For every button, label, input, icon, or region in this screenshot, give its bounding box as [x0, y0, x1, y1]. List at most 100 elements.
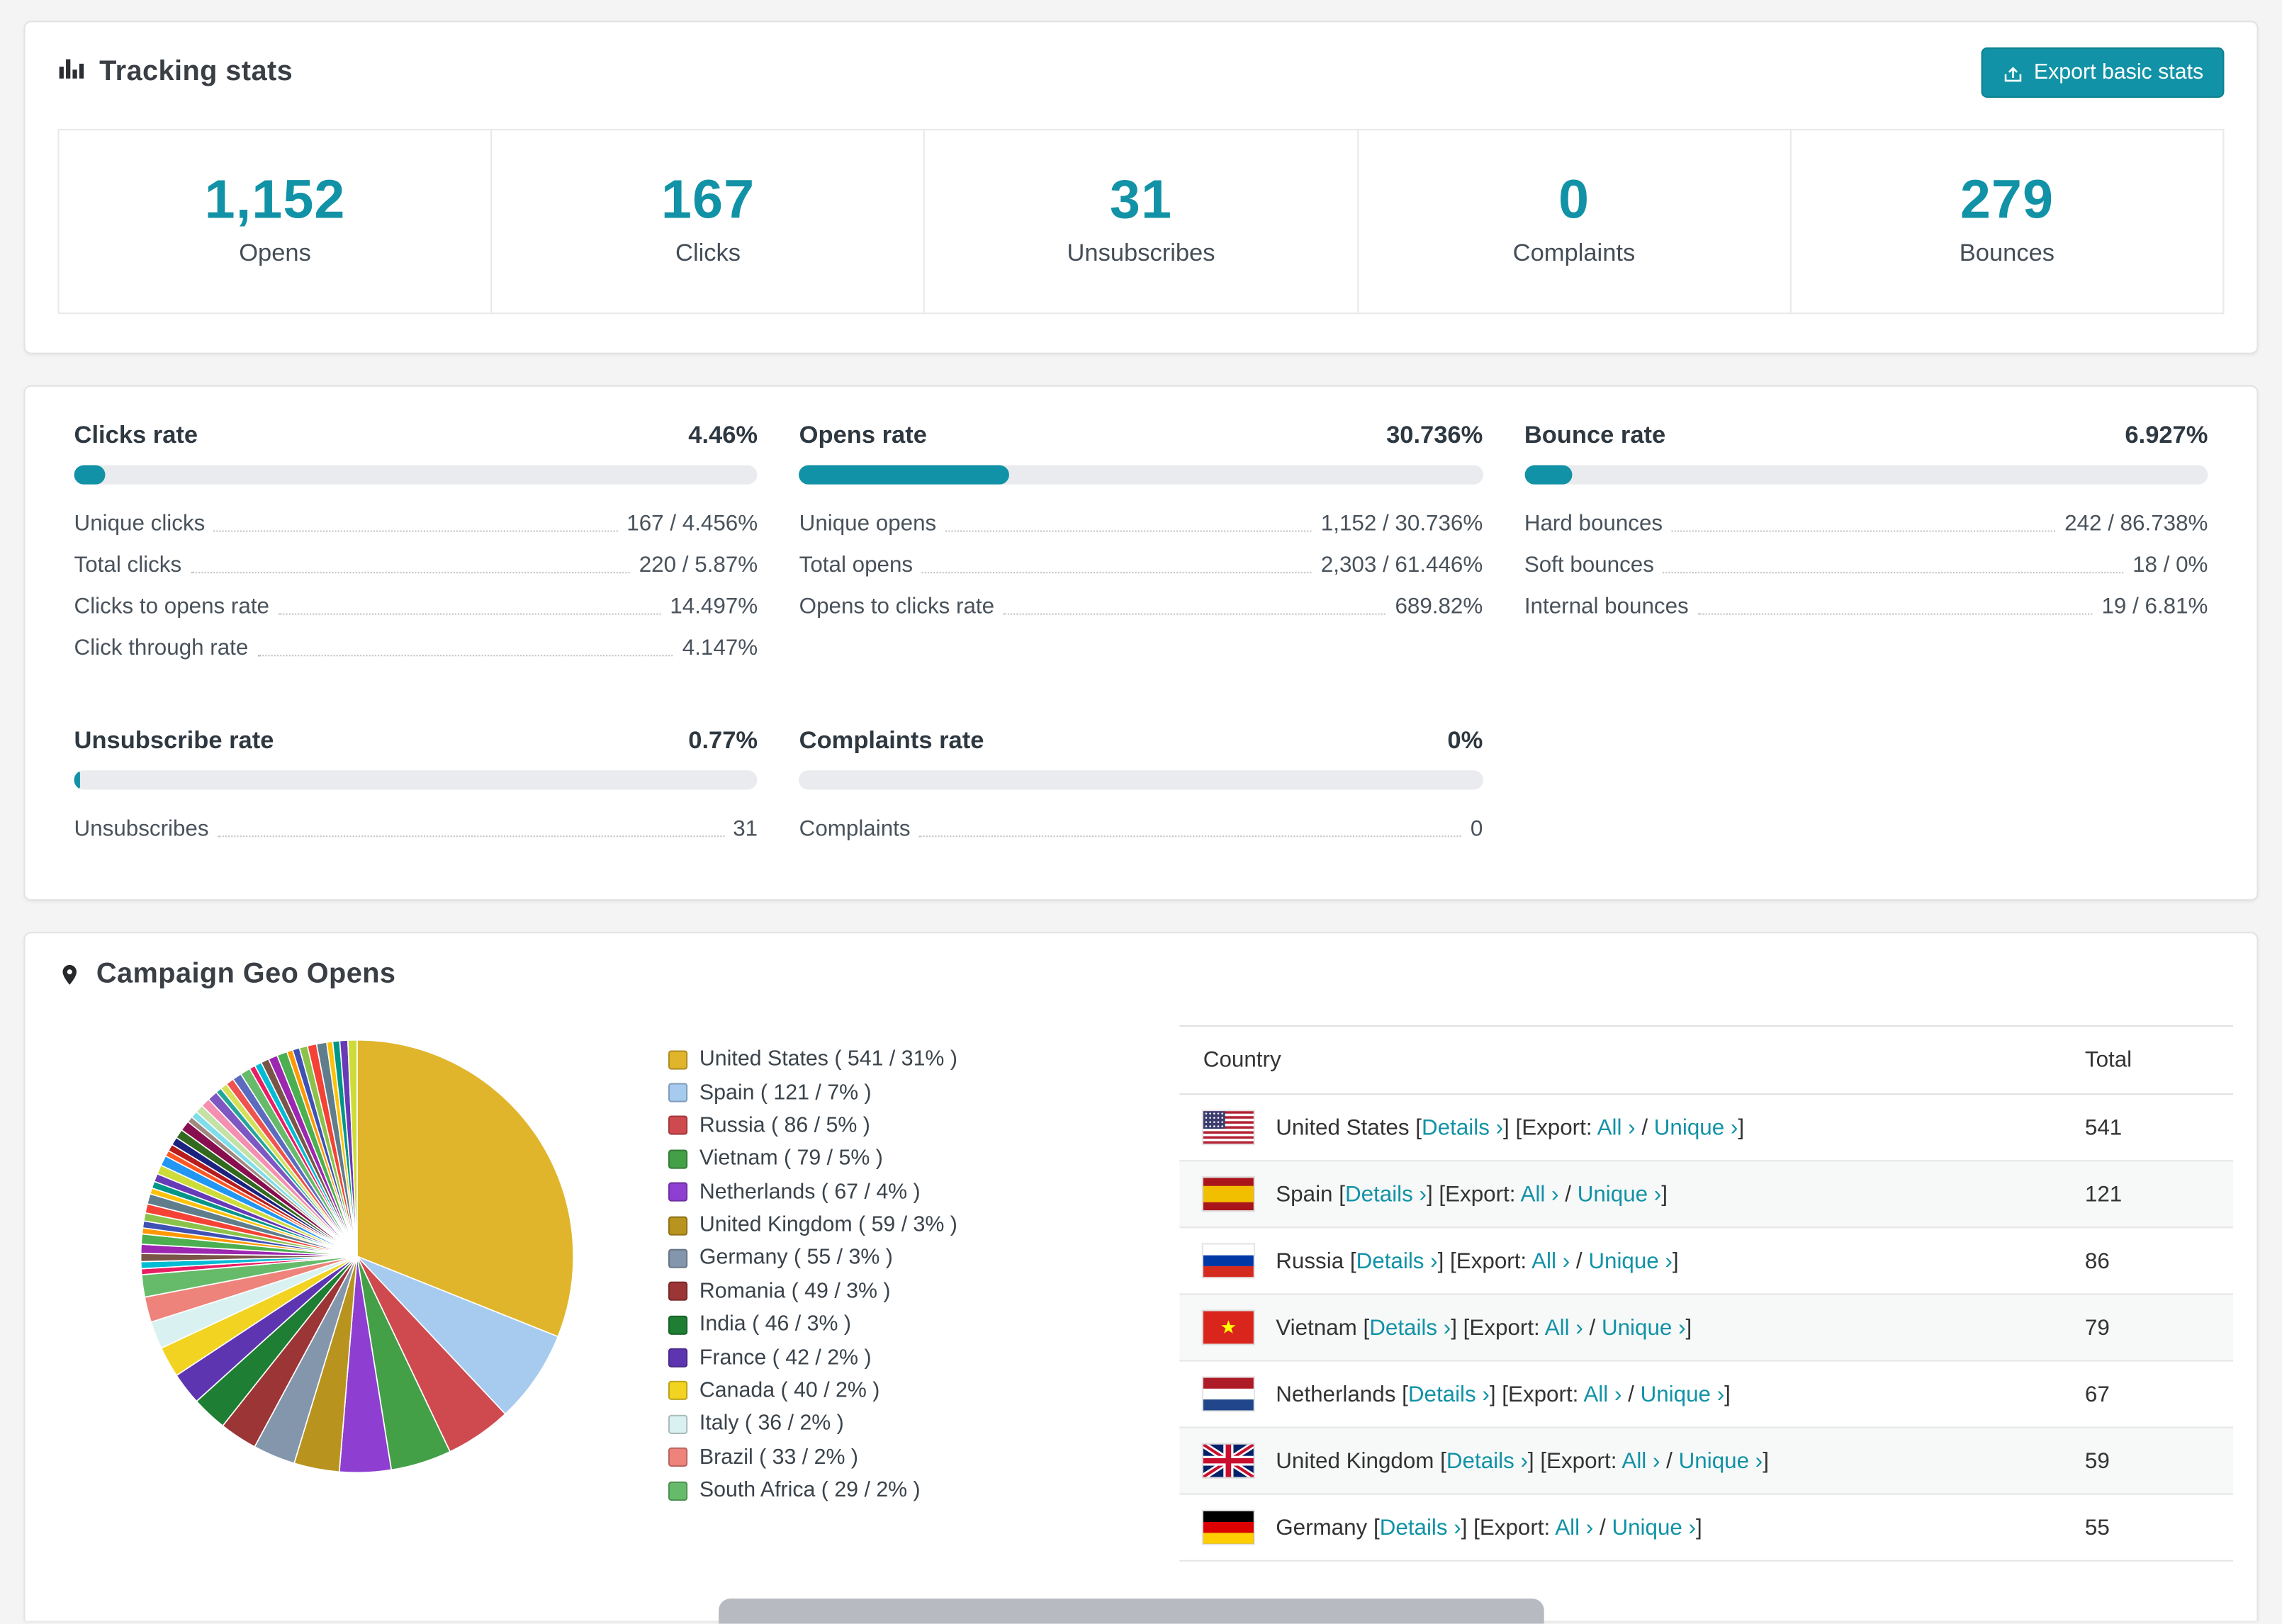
country-total: 541: [2061, 1094, 2233, 1162]
legend-label: Canada ( 40 / 2% ): [699, 1379, 880, 1403]
details-link[interactable]: Details ›: [1422, 1115, 1503, 1140]
rate-rows: Unique clicks 167 / 4.456% Total clicks 22…: [74, 502, 758, 668]
rate-row: Unsubscribes 31: [74, 808, 758, 850]
country-total: 86: [2061, 1227, 2233, 1295]
export-prefix: ] [Export:: [1489, 1381, 1584, 1407]
details-link[interactable]: Details ›: [1446, 1448, 1528, 1474]
export-unique-link[interactable]: Unique ›: [1612, 1515, 1696, 1540]
legend-label: United Kingdom ( 59 / 3% ): [699, 1213, 957, 1238]
legend-item: Italy ( 36 / 2% ): [668, 1408, 1024, 1441]
rate-progress-fill: [74, 465, 105, 485]
rate-title: Complaints rate: [799, 727, 984, 755]
rate-row-label: Internal bounces: [1524, 593, 1689, 619]
rate-progress-track: [799, 770, 1483, 790]
geo-title: Campaign Geo Opens: [58, 959, 396, 991]
rate-panel: Opens rate 30.736% Unique opens 1,152 / 3…: [799, 422, 1483, 668]
country-name: Netherlands: [1276, 1381, 1396, 1407]
export-unique-link[interactable]: Unique ›: [1578, 1181, 1662, 1207]
export-separator: /: [1593, 1514, 1612, 1540]
rate-head: Bounce rate 6.927%: [1524, 422, 2208, 451]
rate-row-value: 31: [733, 816, 758, 841]
export-all-link[interactable]: All ›: [1531, 1248, 1570, 1274]
legend-swatch: [668, 1149, 688, 1169]
export-all-link[interactable]: All ›: [1583, 1382, 1621, 1407]
legend-item: Netherlands ( 67 / 4% ): [668, 1175, 1024, 1209]
bracket-open: [: [1332, 1181, 1345, 1207]
rate-value: 0.77%: [688, 727, 758, 755]
rate-title: Clicks rate: [74, 422, 198, 449]
export-all-link[interactable]: All ›: [1520, 1181, 1558, 1207]
stat-box: 167 Clicks: [493, 130, 926, 313]
legend-item: United Kingdom ( 59 / 3% ): [668, 1209, 1024, 1242]
stat-label: Opens: [239, 239, 311, 267]
export-unique-link[interactable]: Unique ›: [1641, 1382, 1725, 1407]
export-unique-link[interactable]: Unique ›: [1588, 1248, 1673, 1274]
dotted-leader: [257, 654, 674, 656]
details-link[interactable]: Details ›: [1356, 1248, 1438, 1274]
export-unique-link[interactable]: Unique ›: [1679, 1448, 1763, 1474]
rate-row: Soft bounces 18 / 0%: [1524, 543, 2208, 585]
rate-panel: Unsubscribe rate 0.77% Unsubscribes 31: [74, 728, 758, 849]
export-all-link[interactable]: All ›: [1597, 1115, 1636, 1140]
rate-row: Unique clicks 167 / 4.456%: [74, 502, 758, 544]
legend-label: Italy ( 36 / 2% ): [699, 1412, 844, 1436]
stat-label: Clicks: [675, 239, 741, 267]
bracket-close: ]: [1738, 1115, 1745, 1140]
horizontal-scrollbar-thumb[interactable]: [719, 1598, 1544, 1624]
export-unique-link[interactable]: Unique ›: [1602, 1315, 1686, 1341]
country-column-header: Country: [1179, 1025, 2062, 1095]
export-unique-link[interactable]: Unique ›: [1654, 1115, 1738, 1140]
stat-value: 167: [661, 169, 755, 230]
legend-label: Russia ( 86 / 5% ): [699, 1114, 870, 1138]
export-basic-stats-button[interactable]: Export basic stats: [1980, 47, 2225, 98]
rate-row-value: 2,303 / 61.446%: [1320, 551, 1483, 577]
geo-table-row: Spain [Details ›] [Export: All › / Uniqu…: [1179, 1161, 2233, 1229]
country-total: 121: [2061, 1161, 2233, 1229]
rate-progress-track: [74, 465, 758, 485]
total-column-header: Total: [2061, 1025, 2233, 1095]
export-prefix: ] [Export:: [1426, 1181, 1521, 1207]
rate-row-label: Unique opens: [799, 510, 937, 536]
legend-label: France ( 42 / 2% ): [699, 1346, 872, 1370]
details-link[interactable]: Details ›: [1380, 1515, 1461, 1540]
bracket-close: ]: [1672, 1248, 1679, 1274]
rate-row-value: 18 / 0%: [2132, 551, 2208, 577]
export-all-link[interactable]: All ›: [1545, 1315, 1583, 1341]
export-prefix: ] [Export:: [1461, 1514, 1556, 1540]
bracket-close: ]: [1724, 1381, 1731, 1407]
export-all-link[interactable]: All ›: [1555, 1515, 1593, 1540]
geo-table-row: Germany [Details ›] [Export: All › / Uni…: [1179, 1494, 2233, 1562]
rate-row-label: Click through rate: [74, 634, 249, 660]
legend-label: Germany ( 55 / 3% ): [699, 1246, 893, 1270]
rate-title: Bounce rate: [1524, 422, 1666, 449]
bracket-close: ]: [1763, 1448, 1769, 1474]
stat-label: Unsubscribes: [1067, 239, 1215, 267]
rate-panel: Clicks rate 4.46% Unique clicks 167 / 4.4…: [74, 422, 758, 668]
geo-legend: United States ( 541 / 31% ) Spain ( 121 …: [668, 1043, 1024, 1507]
details-link[interactable]: Details ›: [1408, 1382, 1490, 1407]
country-total: 55: [2061, 1494, 2233, 1562]
page: Tracking stats Export basic stats 1,152 …: [0, 0, 2282, 1621]
dotted-leader: [190, 571, 631, 573]
rate-row: Hard bounces 242 / 86.738%: [1524, 502, 2208, 544]
export-all-link[interactable]: All ›: [1621, 1448, 1660, 1474]
rate-row-value: 1,152 / 30.736%: [1320, 510, 1483, 536]
rate-rows: Unsubscribes 31: [74, 808, 758, 850]
details-link[interactable]: Details ›: [1369, 1315, 1451, 1341]
export-icon: [2001, 62, 2023, 84]
legend-label: Romania ( 49 / 3% ): [699, 1280, 891, 1304]
details-link[interactable]: Details ›: [1345, 1181, 1427, 1207]
bracket-open: [: [1367, 1514, 1380, 1540]
stat-value: 0: [1558, 169, 1590, 230]
geo-table-row: Vietnam [Details ›] [Export: All › / Uni…: [1179, 1294, 2233, 1362]
stat-value: 1,152: [204, 169, 346, 230]
stat-label: Bounces: [1959, 239, 2055, 267]
geo-pie-chart: [140, 1039, 575, 1474]
geo-table-row: United States [Details ›] [Export: All ›…: [1179, 1094, 2233, 1162]
export-prefix: ] [Export:: [1437, 1248, 1532, 1274]
rate-value: 0%: [1447, 727, 1483, 755]
export-separator: /: [1635, 1115, 1654, 1140]
bracket-close: ]: [1696, 1514, 1702, 1540]
dotted-leader: [945, 529, 1313, 531]
legend-swatch: [668, 1248, 688, 1268]
